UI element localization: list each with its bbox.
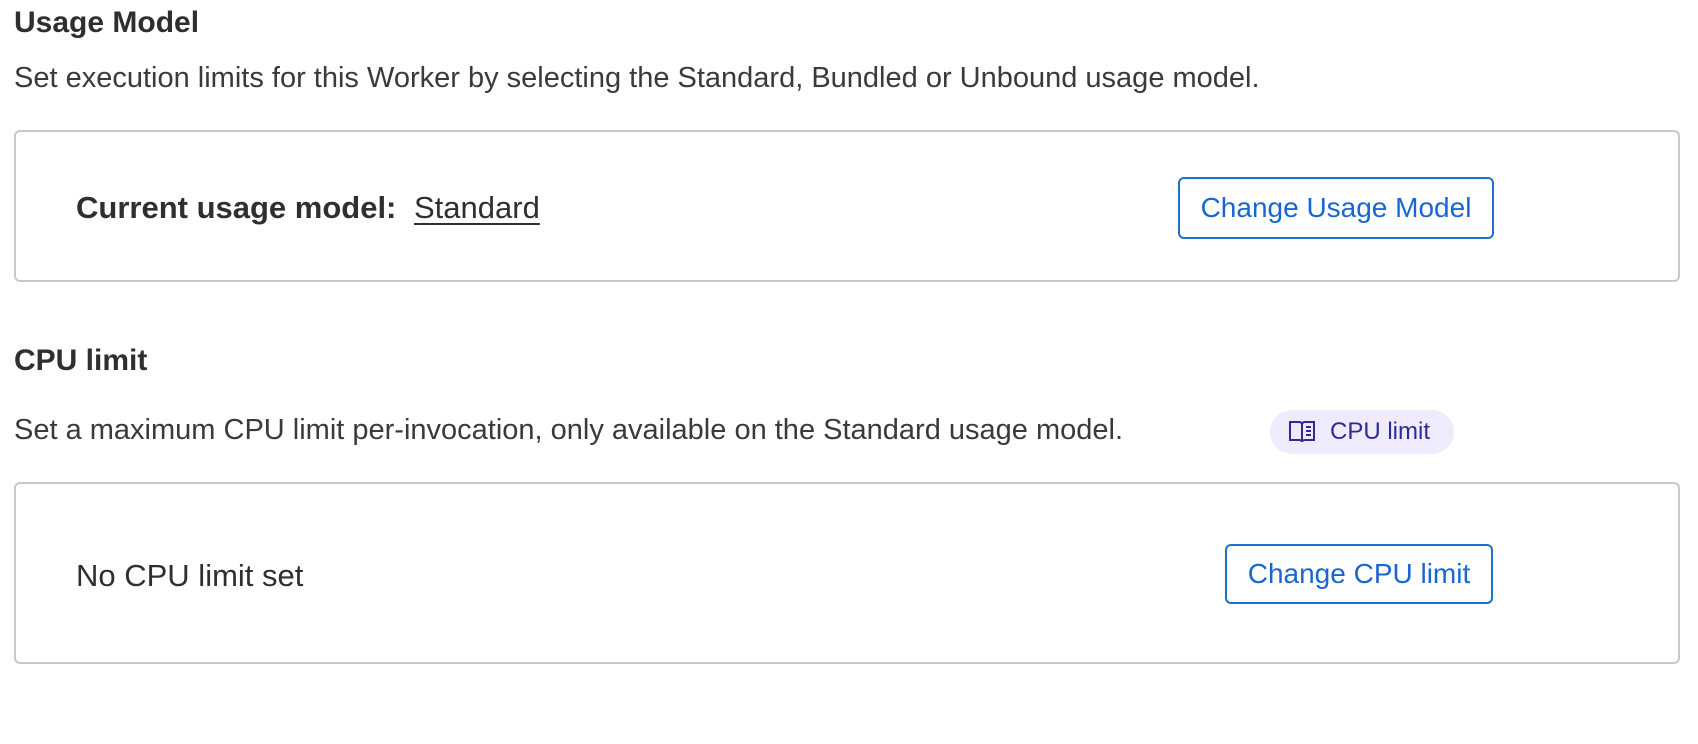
change-usage-model-button[interactable]: Change Usage Model [1178,177,1494,239]
usage-model-description: Set execution limits for this Worker by … [14,62,1260,94]
current-usage-model-label: Current usage model: [76,190,397,225]
cpu-limit-docs-link[interactable]: CPU limit [1270,410,1454,454]
cpu-limit-heading: CPU limit [14,344,148,377]
current-usage-model-value[interactable]: Standard [414,190,540,226]
cpu-limit-status: No CPU limit set [76,558,304,593]
usage-model-heading: Usage Model [14,6,200,39]
change-cpu-limit-button[interactable]: Change CPU limit [1225,544,1493,604]
usage-model-card: Current usage model: Standard Change Usa… [14,130,1680,282]
cpu-limit-card: No CPU limit set Change CPU limit [14,482,1680,664]
cpu-limit-docs-label: CPU limit [1330,418,1430,445]
cpu-limit-description: Set a maximum CPU limit per-invocation, … [14,414,1123,446]
book-icon [1288,419,1316,445]
